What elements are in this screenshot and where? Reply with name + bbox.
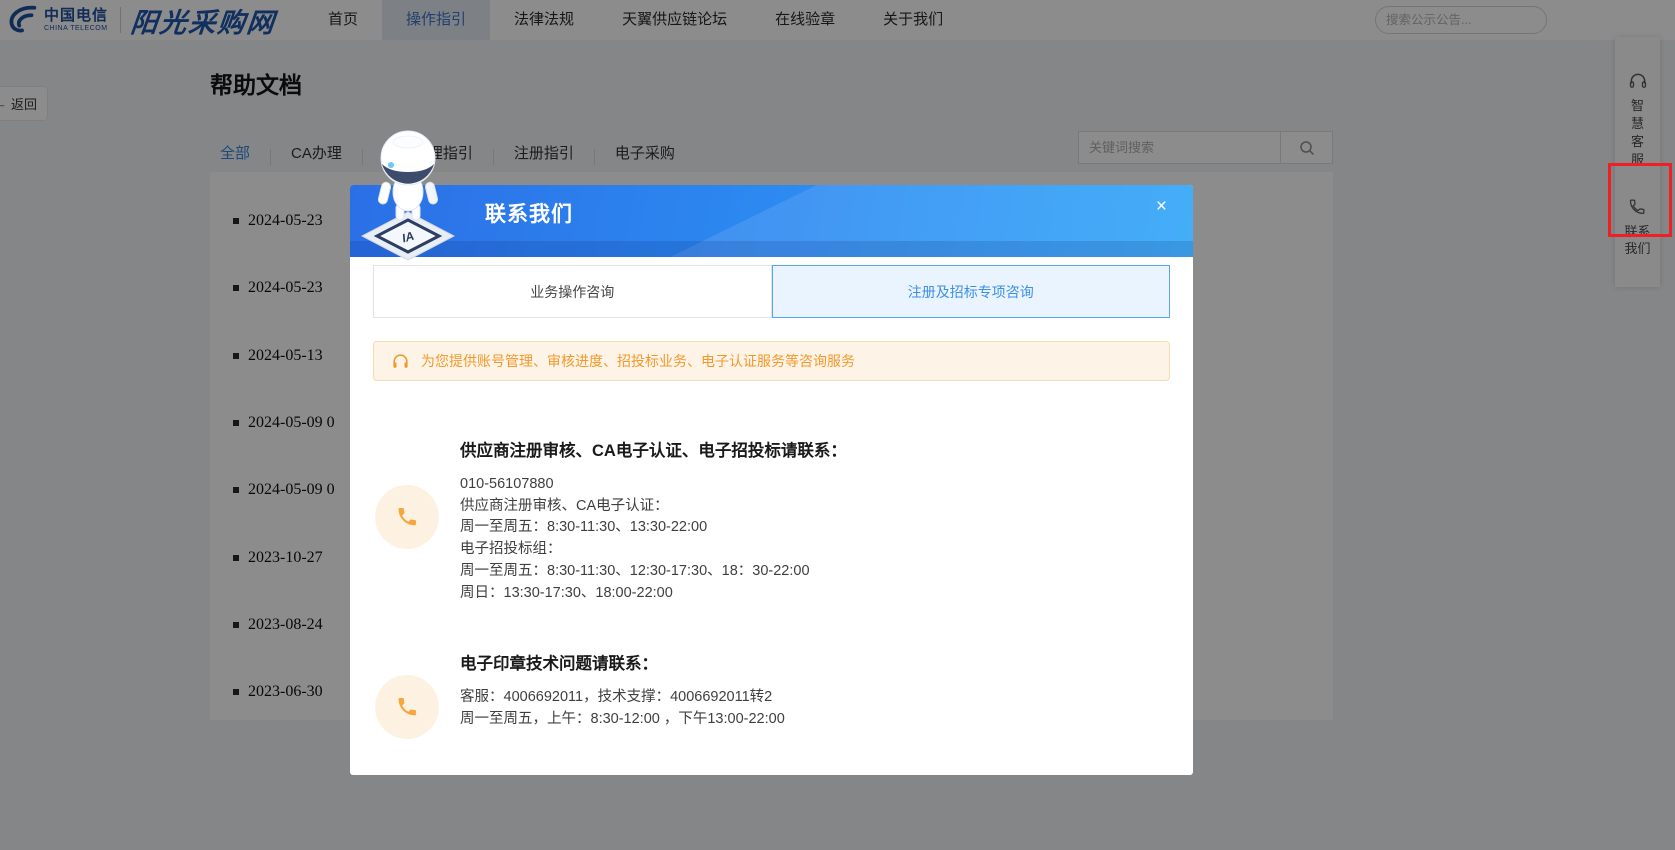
annotation-highlight-box xyxy=(1608,163,1672,237)
phone-circle xyxy=(375,485,439,549)
service-notice-banner: 为您提供账号管理、审核进度、招投标业务、电子认证服务等咨询服务 xyxy=(373,341,1170,381)
modal-header: 联系我们 × xyxy=(350,185,1193,257)
contact-line: 010-56107880 xyxy=(460,474,1170,496)
contact-line: 电子招投标组： xyxy=(460,539,1170,561)
contact-line: 周日：13:30-17:30、18:00-22:00 xyxy=(460,583,1170,605)
modal-title: 联系我们 xyxy=(485,198,573,228)
phone-circle xyxy=(375,675,439,739)
notice-text: 为您提供账号管理、审核进度、招投标业务、电子认证服务等咨询服务 xyxy=(421,351,855,371)
contact-us-modal: 联系我们 × 业务操作咨询 注册及招标专项咨询 为您提供账号管理、审核进度、招投… xyxy=(350,185,1193,775)
tab-register-bid-consult[interactable]: 注册及招标专项咨询 xyxy=(772,265,1171,318)
section-lines: 客服：4006692011，技术支撑：4006692011转2 周一至周五，上午… xyxy=(460,687,1170,730)
contact-line: 周一至周五：8:30-11:30、12:30-17:30、18：30-22:00 xyxy=(460,561,1170,583)
section-heading: 电子印章技术问题请联系： xyxy=(460,650,1170,674)
phone-icon xyxy=(394,694,420,720)
contact-section-supplier: 供应商注册审核、CA电子认证、电子招投标请联系： 010-56107880 供应… xyxy=(373,437,1170,604)
contact-line: 周一至周五：8:30-11:30、13:30-22:00 xyxy=(460,517,1170,539)
contact-line: 客服：4006692011，技术支撑：4006692011转2 xyxy=(460,687,1170,709)
tab-business-consult[interactable]: 业务操作咨询 xyxy=(373,265,772,318)
contact-section-eseal: 电子印章技术问题请联系： 客服：4006692011，技术支撑：40066920… xyxy=(373,650,1170,730)
consult-tabs: 业务操作咨询 注册及招标专项咨询 xyxy=(373,265,1170,318)
modal-body: 业务操作咨询 注册及招标专项咨询 为您提供账号管理、审核进度、招投标业务、电子认… xyxy=(350,257,1193,731)
close-icon[interactable]: × xyxy=(1150,191,1173,222)
robot-mascot: IA xyxy=(358,124,458,265)
contact-line: 供应商注册审核、CA电子认证： xyxy=(460,496,1170,518)
phone-icon xyxy=(394,504,420,530)
contact-line: 周一至周五，上午：8:30-12:00 ，下午13:00-22:00 xyxy=(460,709,1170,731)
section-lines: 010-56107880 供应商注册审核、CA电子认证： 周一至周五：8:30-… xyxy=(460,474,1170,604)
headset-icon xyxy=(391,352,410,371)
section-heading: 供应商注册审核、CA电子认证、电子招投标请联系： xyxy=(460,437,1170,461)
